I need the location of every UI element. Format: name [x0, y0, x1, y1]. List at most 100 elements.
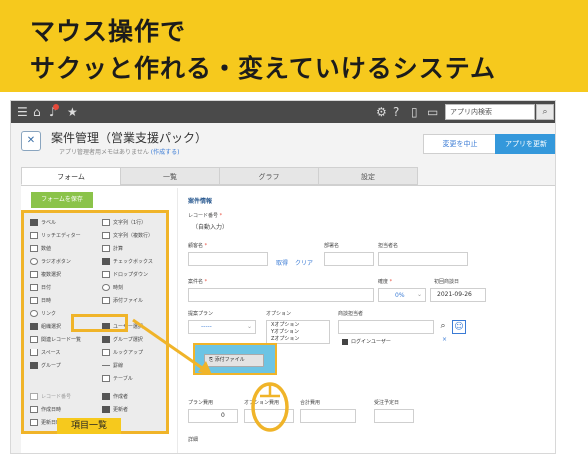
plan-fee-field[interactable]: 0: [188, 409, 238, 423]
app-window: ☰ ⌂ ♪ ★ ⚙ ? ▯ ▭ アプリ内検索 ⌕ ✕ 案件管理（営業支援パック）…: [10, 100, 556, 454]
palette-item[interactable]: ラジオボタン: [30, 257, 71, 268]
owner-label: 商談担当者: [338, 311, 364, 317]
option-list[interactable]: Xオプション Yオプション Zオプション: [266, 320, 330, 344]
palette-item[interactable]: テーブル: [102, 374, 133, 385]
id-icon[interactable]: ▭: [427, 104, 438, 120]
palette-item-attachment[interactable]: 添付ファイル: [102, 296, 143, 307]
palette-item[interactable]: グループ: [30, 361, 61, 372]
palette-item[interactable]: ドロップダウン: [102, 270, 148, 281]
owner-chip: ログインユーザー: [342, 338, 391, 345]
first-meeting-date-field[interactable]: 2021-09-26: [430, 288, 486, 302]
search-icon[interactable]: ⌕: [536, 104, 554, 120]
palette-item[interactable]: 日付: [30, 283, 51, 294]
lookup-icon: [102, 349, 110, 356]
option-fee-field[interactable]: [244, 409, 294, 423]
palette-item[interactable]: リッチエディター: [30, 231, 81, 242]
plan-select[interactable]: ----- ⌄: [188, 320, 256, 334]
record-number-icon: [30, 393, 38, 400]
table-icon: [102, 375, 110, 382]
total-fee-field[interactable]: [300, 409, 356, 423]
save-form-button[interactable]: フォームを保存: [31, 192, 93, 208]
dragged-field-card: ⎘ 添付ファイル: [204, 354, 264, 367]
search-input[interactable]: アプリ内検索: [445, 104, 535, 120]
option-item[interactable]: Xオプション: [271, 322, 299, 329]
home-icon[interactable]: ⌂: [33, 104, 41, 120]
app-title: 案件管理（営業支援パック）: [51, 131, 208, 145]
client-name-field[interactable]: [188, 252, 268, 266]
form-editor: フォームを保存 ラベル リッチエディター 数値 ラジオボタン 複数選択 日付 日…: [21, 185, 555, 453]
palette-item[interactable]: 文字列（複数行）: [102, 231, 153, 242]
palette-item[interactable]: 時刻: [102, 283, 123, 294]
tab-list[interactable]: 一覧: [120, 167, 220, 185]
palette-item[interactable]: 関連レコード一覧: [30, 335, 81, 346]
chevron-down-icon: ⌄: [417, 291, 423, 298]
option-item[interactable]: Zオプション: [271, 336, 299, 343]
tab-graph[interactable]: グラフ: [219, 167, 319, 185]
option-label: オプション: [266, 311, 292, 317]
user-picker-icon[interactable]: ☺: [452, 320, 466, 334]
clear-link[interactable]: クリア: [295, 258, 313, 267]
deal-name-field[interactable]: [188, 288, 374, 302]
close-icon[interactable]: ×: [442, 336, 447, 343]
field-list-label: 項目一覧: [57, 418, 121, 434]
certainty-select[interactable]: 0% ⌄: [378, 288, 426, 302]
search-icon[interactable]: ⌕: [436, 320, 450, 334]
owner-field[interactable]: [338, 320, 434, 334]
group-select-icon: [102, 336, 110, 343]
palette-item[interactable]: グループ選択: [102, 335, 143, 346]
contact-field[interactable]: [378, 252, 468, 266]
menu-icon[interactable]: ☰: [17, 104, 28, 120]
department-field[interactable]: [324, 252, 374, 266]
related-records-icon: [30, 336, 38, 343]
order-date-label: 受注予定日: [374, 400, 400, 406]
palette-item[interactable]: チェックボックス: [102, 257, 153, 268]
dropdown-icon: [102, 271, 110, 278]
divider-icon: [102, 365, 110, 366]
plan-fee-value: 0: [221, 412, 225, 419]
date-icon: [30, 284, 38, 291]
palette-item[interactable]: スペース: [30, 348, 60, 359]
first-meeting-date-value: 2021-09-26: [437, 291, 472, 298]
deal-name-label: 案件名 *: [188, 279, 208, 285]
palette-item-system[interactable]: 更新者: [102, 405, 128, 416]
memo-create-link[interactable]: (作成する): [151, 149, 180, 156]
number-icon: [30, 245, 38, 252]
calc-icon: [102, 245, 110, 252]
text-multi-icon: [102, 232, 110, 239]
option-item[interactable]: Yオプション: [271, 329, 299, 336]
cancel-changes-button[interactable]: 変更を中止: [423, 134, 497, 154]
checkbox-icon: [102, 258, 110, 265]
department-label: 部署名: [324, 243, 340, 249]
updater-icon: [102, 406, 110, 413]
first-meeting-label: 初回商談日: [434, 279, 460, 285]
palette-item[interactable]: 組織選択: [30, 322, 61, 333]
palette-item-system[interactable]: レコード番号: [30, 392, 71, 403]
palette-item[interactable]: ルックアップ: [102, 348, 143, 359]
palette-item[interactable]: 計算: [102, 244, 123, 255]
palette-item[interactable]: 複数選択: [30, 270, 61, 281]
palette-item[interactable]: 日時: [30, 296, 51, 307]
star-icon[interactable]: ★: [67, 104, 78, 120]
group-icon: [30, 362, 38, 369]
help-icon[interactable]: ?: [393, 104, 399, 120]
palette-item[interactable]: ラベル: [30, 218, 56, 229]
label-icon: [30, 219, 38, 226]
palette-item[interactable]: リンク: [30, 309, 56, 320]
space-icon: [30, 349, 38, 356]
tab-settings[interactable]: 設定: [318, 167, 418, 185]
palette-item[interactable]: 文字列（1行）: [102, 218, 146, 229]
palette-item-system[interactable]: 作成日時: [30, 405, 61, 416]
update-app-button[interactable]: アプリを更新: [495, 134, 555, 154]
contact-label: 担当者名: [378, 243, 399, 249]
certainty-label: 確度 *: [378, 279, 393, 285]
gear-icon[interactable]: ⚙: [376, 104, 387, 120]
palette-item[interactable]: 数値: [30, 244, 51, 255]
tab-form[interactable]: フォーム: [21, 167, 121, 185]
palette-item[interactable]: 罫線: [102, 361, 123, 372]
order-date-field[interactable]: [374, 409, 414, 423]
time-icon: [102, 284, 110, 291]
palette-item-system[interactable]: 作成者: [102, 392, 128, 403]
mobile-icon[interactable]: ▯: [411, 104, 418, 120]
detail-label: 詳細: [188, 437, 199, 443]
fetch-link[interactable]: 取得: [276, 258, 288, 267]
